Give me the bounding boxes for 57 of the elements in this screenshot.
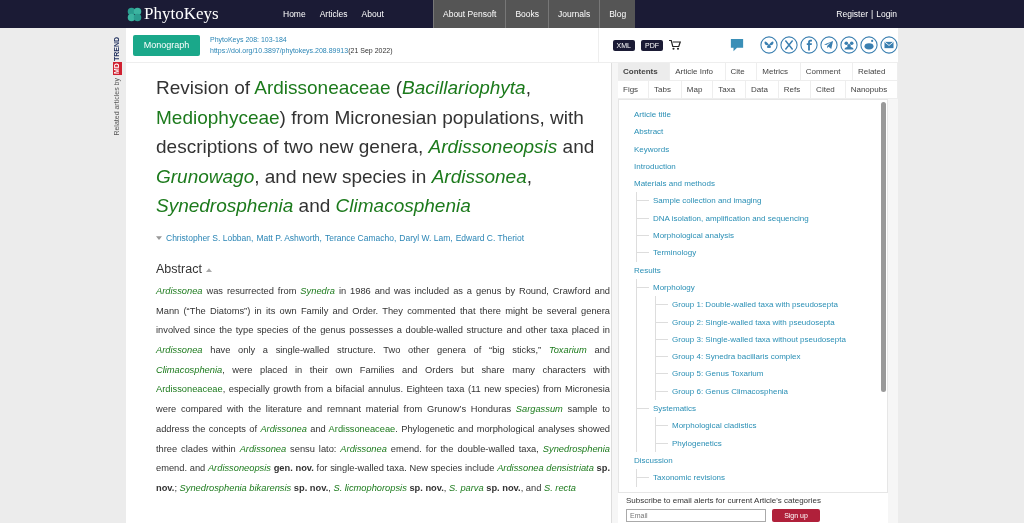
contents-link[interactable]: Keywords [634, 144, 670, 154]
cart-icon[interactable] [669, 39, 681, 51]
nav-link[interactable]: Books [505, 0, 549, 28]
article-title: Revision of Ardissoneaceae (Bacillariophyta, Mediophyceae) from Micronesian populations, with descriptions of two new genera, Ardissoneopsis and Grunowago, and new species in Ardissonea, Synedrosphenia and Climacosphenia [156, 76, 596, 219]
contents-link[interactable]: Results [634, 265, 661, 275]
caret-icon[interactable] [156, 235, 162, 240]
contents-link[interactable]: Sample collection and imaging [653, 196, 762, 206]
clover-logo-icon [127, 6, 142, 22]
register-link[interactable]: Register [836, 9, 868, 19]
butterfly-icon[interactable] [760, 36, 778, 54]
separator-text: | [870, 9, 874, 19]
email-icon[interactable] [880, 36, 898, 54]
people-icon[interactable] [840, 36, 858, 54]
contents-link[interactable]: Group 5: Genus Toxarium [672, 369, 764, 379]
author-link[interactable]: Terance Camacho, [324, 232, 397, 243]
nav-link[interactable]: About [361, 9, 384, 19]
nav-link[interactable]: Articles [319, 9, 348, 19]
contents-link[interactable]: Discussion [634, 455, 673, 465]
subscribe-text: Subscribe to email alerts for current Article's categories [626, 496, 822, 505]
contents-link[interactable]: Group 4: Synedra bacillaris complex [672, 352, 801, 362]
nav-link[interactable]: Home [283, 9, 306, 19]
comment-icon[interactable] [730, 38, 744, 52]
contents-link[interactable]: Morphological cladistics [672, 421, 757, 431]
contents-link[interactable]: Morphology [653, 282, 695, 292]
author-link[interactable]: Daryl W. Lam, [399, 232, 453, 243]
contents-link[interactable]: Group 3: Single-walled taxa without pseudosepta [672, 334, 846, 344]
alien-icon[interactable] [860, 36, 878, 54]
tab[interactable]: Contents [618, 63, 671, 81]
article-type-button[interactable]: Monograph [133, 34, 200, 56]
caret-icon[interactable] [205, 268, 212, 273]
contents-link[interactable]: Group 6: Genus Climacosphenia [672, 386, 789, 396]
contents-link[interactable]: Abstract [634, 127, 664, 137]
author-link[interactable]: Christopher S. Lobban, [166, 232, 254, 243]
nav-link[interactable]: Journals [548, 0, 600, 28]
author-link[interactable]: Matt P. Ashworth, [256, 232, 322, 243]
site-logo-text[interactable]: PhytoKeys [144, 4, 219, 24]
abstract-heading: Abstract [156, 261, 202, 276]
x-icon[interactable] [780, 36, 798, 54]
facebook-icon[interactable] [800, 36, 818, 54]
contents-link[interactable]: Group 1: Double-walled taxa with pseudosepta [672, 300, 838, 310]
contents-link[interactable]: Terminology [653, 248, 697, 258]
login-link[interactable]: Login [876, 9, 897, 19]
telegram-icon[interactable] [820, 36, 838, 54]
contents-link[interactable]: Morphological analysis [653, 231, 734, 241]
contents-link[interactable]: Systematics [653, 404, 697, 414]
contents-link[interactable]: Taxonomic revisions [653, 473, 726, 483]
nav-link[interactable]: About Pensoft [433, 0, 506, 28]
contents-link[interactable]: Phylogenetics [672, 438, 722, 448]
contents-link[interactable]: DNA isolation, amplification and sequencing [653, 213, 809, 223]
abstract-paragraph: Ardissonea was resurrected from Synedra in 1986 and was included as a genus by Round, Crawford and Mann (“The Diatoms”) in its own Family and Order. They commented that there might be several genera involved since the type species of the genus possesses a double-walled structure and other taxa placed in Ardissonea have only a single-walled structure. Two other genera of “big sticks,” Toxarium and Climacosphenia, were placed in their own Families and Orders but share many characters with Ardissoneaceae, especially growth from a bifacial annulus. Eighteen taxa (11 new species) from Micronesia were compared with the literature and remnant material from Grunow’s Honduras Sargassum sample to address the concepts of Ardissonea and Ardissoneaceae. Phylogenetic and morphological analyses showed three clades within Ardissonea sensu lato: Ardissonea emend. for the double-walled taxa, Synedrosphenia emend. and Ardissoneopsis gen. nov. for single-walled taxa. New species include Ardissonea densistriata sp. nov.; Synedrosphenia bikarensis sp. nov., S. licmophoropsis sp. nov., S. parva sp. nov., and S. recta [156, 284, 610, 495]
contents-link[interactable]: Group 2: Single-walled taxa with pseudosepta [672, 317, 835, 327]
contents-link[interactable]: Introduction [634, 161, 676, 171]
scrollbar[interactable] [881, 102, 886, 392]
author-link[interactable]: Edward C. Theriot [455, 232, 524, 243]
nav-link[interactable]: Blog [599, 0, 636, 28]
contents-link[interactable]: Article title [634, 110, 671, 119]
contents-link[interactable]: Materials and methods [634, 179, 715, 189]
